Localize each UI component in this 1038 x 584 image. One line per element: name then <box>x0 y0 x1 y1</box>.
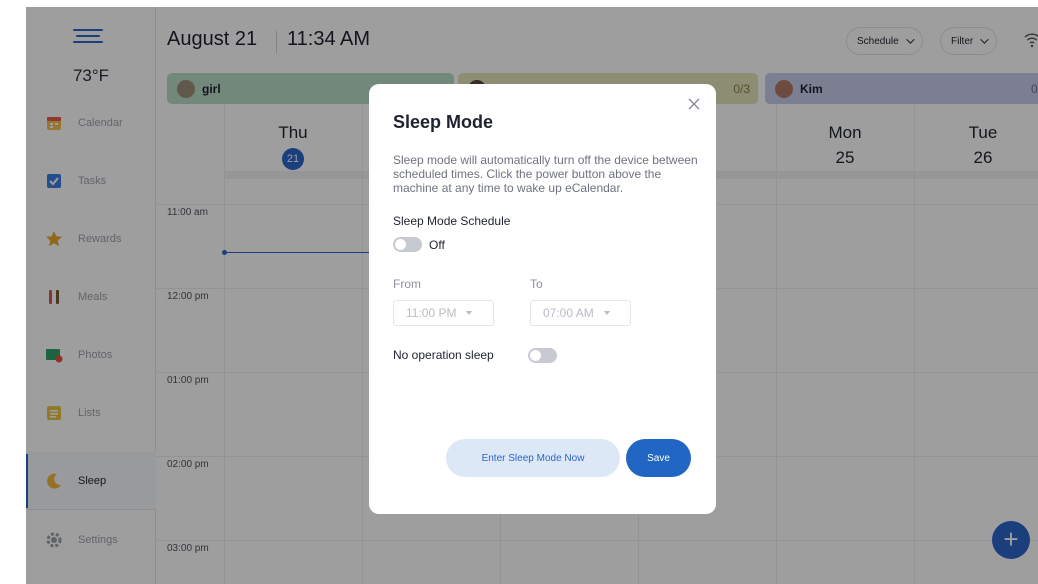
to-time-select[interactable]: 07:00 AM <box>530 300 631 326</box>
no-operation-label: No operation sleep <box>393 348 494 362</box>
no-operation-sleep-toggle[interactable] <box>528 348 557 363</box>
caret-down-icon <box>603 311 610 315</box>
dialog-title: Sleep Mode <box>393 112 494 132</box>
close-icon[interactable] <box>687 97 701 111</box>
save-button[interactable]: Save <box>626 439 691 477</box>
from-time-value: 11:00 PM <box>406 306 457 320</box>
to-time-value: 07:00 AM <box>543 306 594 320</box>
to-label: To <box>530 277 543 291</box>
enter-sleep-mode-button[interactable]: Enter Sleep Mode Now <box>446 439 620 477</box>
caret-down-icon <box>466 311 473 315</box>
from-label: From <box>393 277 421 291</box>
from-time-select[interactable]: 11:00 PM <box>393 300 494 326</box>
sleep-schedule-toggle[interactable] <box>393 237 422 252</box>
schedule-label: Sleep Mode Schedule <box>393 214 511 228</box>
dialog-description: Sleep mode will automatically turn off t… <box>393 153 698 195</box>
sleep-mode-dialog: Sleep Mode Sleep mode will automatically… <box>369 84 716 514</box>
schedule-state: Off <box>429 238 445 252</box>
